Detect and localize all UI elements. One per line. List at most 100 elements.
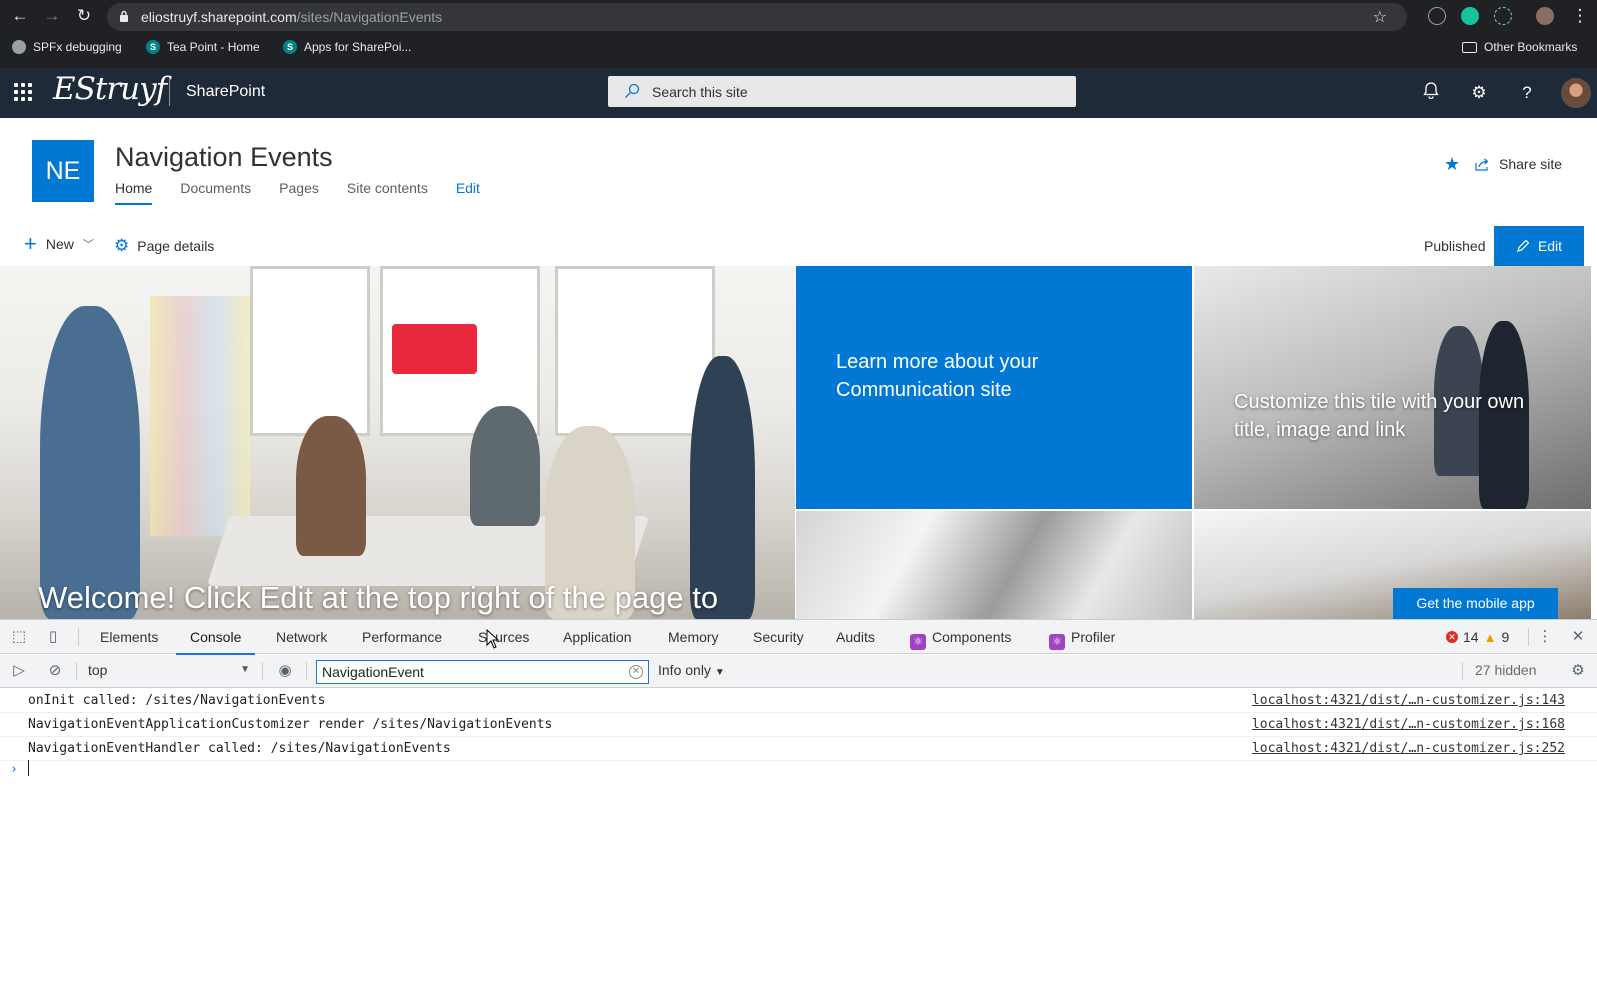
tab-elements[interactable]: Elements [100, 620, 158, 654]
mouse-cursor-icon [486, 629, 500, 649]
tab-application[interactable]: Application [563, 620, 632, 654]
tab-security[interactable]: Security [753, 620, 804, 654]
get-mobile-app-button[interactable]: Get the mobile app [1393, 588, 1558, 619]
hero-main-tile[interactable]: Welcome! Click Edit at the top right of … [0, 266, 795, 619]
log-level-selector[interactable]: Info only ▼ [658, 662, 725, 678]
hidden-messages-count: 27 hidden [1475, 662, 1537, 678]
console-settings-gear-icon[interactable]: ⚙ [1569, 662, 1587, 680]
tab-audits[interactable]: Audits [836, 620, 875, 654]
divider [306, 662, 307, 680]
site-title[interactable]: Navigation Events [115, 142, 333, 173]
divider [262, 662, 263, 680]
source-link[interactable]: localhost:4321/dist/…n-customizer.js:143 [1252, 693, 1565, 708]
sidebar-toggle-icon[interactable]: ▷ [10, 662, 28, 680]
warning-icon: ▲ [1483, 629, 1497, 645]
pencil-icon [1517, 239, 1530, 252]
context-selector[interactable]: top ▼ [88, 662, 250, 678]
search-placeholder: Search this site [652, 84, 748, 100]
info-extension-icon[interactable] [1428, 7, 1446, 25]
warning-count: 9 [1501, 629, 1510, 645]
nav-item-documents[interactable]: Documents [180, 180, 251, 206]
nav-item-home[interactable]: Home [115, 180, 153, 206]
console-toolbar: ▷ ⊘ top ▼ ◉ ✕ Info only ▼ 27 hidden ⚙ [0, 655, 1597, 688]
person-figure [40, 306, 140, 619]
gear-icon[interactable]: ⚙ [1467, 81, 1491, 105]
dropdown-arrow-icon: ▼ [714, 667, 725, 678]
nav-item-site-contents[interactable]: Site contents [347, 180, 428, 206]
clear-filter-icon[interactable]: ✕ [629, 665, 643, 679]
console-input-caret[interactable] [28, 760, 29, 776]
hero-tile-architecture[interactable] [796, 511, 1192, 619]
share-site-button[interactable]: Share site [1475, 156, 1562, 172]
console-filter[interactable]: ✕ [316, 660, 649, 684]
chevron-down-icon: ﹀ [82, 239, 94, 251]
issue-counts[interactable]: ✕ 14 ▲ 9 [1446, 629, 1509, 645]
console-prompt-icon: › [10, 762, 18, 777]
bell-icon[interactable] [1419, 81, 1443, 105]
console-message: NavigationEventHandler called: /sites/Na… [0, 737, 1597, 761]
window-decor [555, 266, 715, 436]
inspect-element-icon[interactable]: ⬚ [10, 628, 28, 646]
filter-input[interactable] [322, 664, 612, 680]
follow-star-icon[interactable]: ★ [1444, 154, 1460, 175]
help-icon[interactable]: ? [1515, 81, 1539, 105]
nav-edit-link[interactable]: Edit [456, 180, 480, 206]
new-button[interactable]: + New ﹀ [24, 233, 94, 255]
share-icon [1475, 158, 1489, 171]
source-link[interactable]: localhost:4321/dist/…n-customizer.js:168 [1252, 717, 1565, 732]
page-details-button[interactable]: ⚙ Page details [114, 236, 214, 256]
divider [76, 662, 77, 680]
reload-icon[interactable]: ↻ [72, 4, 96, 28]
more-options-icon[interactable]: ⋮ [1536, 628, 1554, 646]
grammarly-extension-icon[interactable] [1461, 7, 1479, 25]
hero-tile-customize[interactable]: Customize this tile with your own title,… [1194, 266, 1591, 509]
close-icon[interactable]: ✕ [1569, 628, 1587, 646]
waffle-icon[interactable] [14, 83, 32, 101]
folder-icon [1462, 41, 1477, 53]
react-devtools-extension-icon[interactable] [1494, 7, 1512, 25]
dropdown-arrow-icon: ▼ [240, 664, 250, 675]
tab-console[interactable]: Console [175, 620, 256, 655]
bookmark-apps-for-sharepoint[interactable]: S Apps for SharePoi... [283, 40, 411, 54]
bookmark-spfx-debugging[interactable]: SPFx debugging [12, 40, 122, 54]
lock-icon [120, 10, 128, 22]
bookmarks-bar: SPFx debugging S Tea Point - Home S Apps… [0, 35, 1597, 63]
publish-status: Published [1424, 238, 1486, 254]
globe-icon [12, 40, 26, 54]
eye-icon[interactable]: ◉ [276, 662, 294, 680]
other-bookmarks[interactable]: Other Bookmarks [1462, 40, 1577, 54]
suite-bar: EStruyf SharePoint Search this site ⚙ ? [0, 68, 1597, 118]
console-message: onInit called: /sites/NavigationEvents l… [0, 689, 1597, 713]
nav-item-pages[interactable]: Pages [279, 180, 319, 206]
avatar[interactable] [1561, 78, 1591, 108]
error-icon: ✕ [1446, 631, 1458, 643]
site-logo[interactable]: NE [32, 140, 94, 202]
tab-network[interactable]: Network [276, 620, 327, 654]
console-output: onInit called: /sites/NavigationEvents l… [0, 689, 1597, 761]
address-bar[interactable]: eliostruyf.sharepoint.com/sites/Navigati… [107, 3, 1407, 31]
search-box[interactable]: Search this site [608, 76, 1076, 107]
profile-avatar-icon[interactable] [1536, 7, 1554, 25]
divider [169, 79, 170, 106]
devtools-tabbar: ⬚ ▯ Elements Console Network Performance… [0, 620, 1597, 655]
back-icon[interactable]: ← [8, 4, 32, 28]
bookmark-star-icon[interactable]: ☆ [1373, 7, 1387, 27]
hero-tile-communication[interactable]: Learn more about your Communication site [796, 266, 1192, 509]
tab-profiler[interactable]: ⚛ Profiler [1049, 620, 1115, 654]
edit-page-button[interactable]: Edit [1494, 226, 1584, 266]
bookmark-tea-point[interactable]: S Tea Point - Home [146, 40, 260, 54]
forward-icon[interactable]: → [40, 4, 64, 28]
device-toolbar-icon[interactable]: ▯ [44, 628, 62, 646]
tab-components[interactable]: ⚛ Components [910, 620, 1011, 654]
app-name[interactable]: SharePoint [186, 83, 265, 101]
clear-console-icon[interactable]: ⊘ [46, 662, 64, 680]
sharepoint-icon: S [146, 40, 160, 54]
person-figure [470, 406, 540, 526]
console-message: NavigationEventApplicationCustomizer ren… [0, 713, 1597, 737]
source-link[interactable]: localhost:4321/dist/…n-customizer.js:252 [1252, 741, 1565, 756]
tab-performance[interactable]: Performance [362, 620, 442, 654]
chrome-menu-icon[interactable]: ⋮ [1568, 4, 1592, 28]
tenant-logo[interactable]: EStruyf [53, 71, 167, 107]
tab-memory[interactable]: Memory [668, 620, 719, 654]
devtools-panel: ⬚ ▯ Elements Console Network Performance… [0, 619, 1597, 983]
